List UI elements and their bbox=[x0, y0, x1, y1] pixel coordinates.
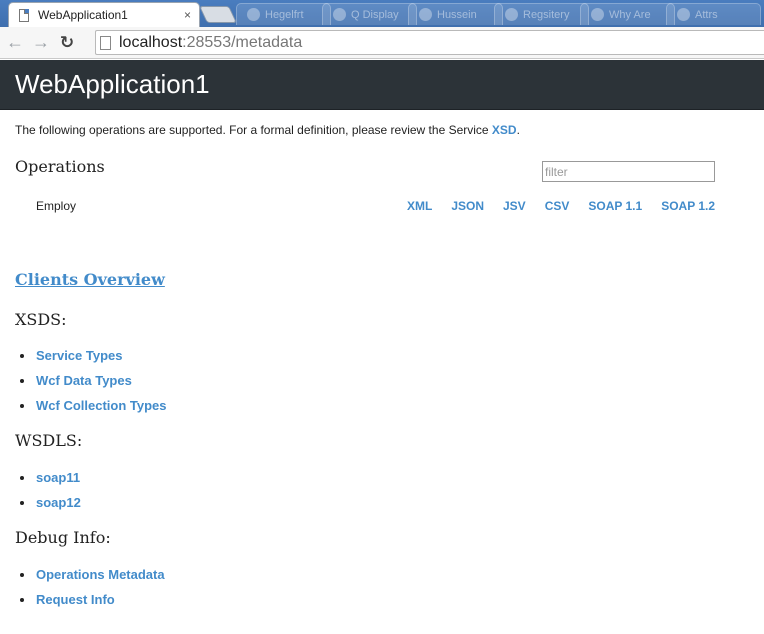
operation-name: Employ bbox=[36, 199, 77, 213]
browser-tab-background[interactable]: Hussein bbox=[408, 3, 503, 25]
debug-info-list: Operations Metadata Request Info bbox=[15, 562, 165, 612]
format-link-csv[interactable]: CSV bbox=[545, 199, 570, 213]
browser-tab-background[interactable]: Regsitery bbox=[494, 3, 589, 25]
app-header: WebApplication1 bbox=[0, 60, 764, 110]
operations-metadata-link[interactable]: Operations Metadata bbox=[36, 567, 165, 582]
service-types-link[interactable]: Service Types bbox=[36, 348, 122, 363]
list-item: Operations Metadata bbox=[15, 562, 165, 587]
back-arrow-icon[interactable]: ← bbox=[4, 32, 26, 54]
wcf-data-types-link[interactable]: Wcf Data Types bbox=[36, 373, 132, 388]
address-bar[interactable]: localhost:28553/metadata bbox=[95, 30, 764, 55]
close-icon[interactable]: × bbox=[184, 8, 191, 22]
list-item: Wcf Collection Types bbox=[15, 393, 167, 418]
filter-input[interactable] bbox=[542, 161, 715, 182]
xsd-link[interactable]: XSD bbox=[492, 123, 517, 137]
format-link-soap11[interactable]: SOAP 1.1 bbox=[588, 199, 642, 213]
url-text: localhost:28553/metadata bbox=[119, 33, 303, 51]
browser-tab-background[interactable]: Q Display bbox=[322, 3, 417, 25]
xsds-heading: XSDS: bbox=[15, 310, 67, 329]
reload-icon[interactable]: ↻ bbox=[56, 32, 78, 54]
list-item: Request Info bbox=[15, 587, 165, 612]
debug-info-heading: Debug Info: bbox=[15, 528, 111, 547]
list-item: Wcf Data Types bbox=[15, 368, 167, 393]
wsdls-list: soap11 soap12 bbox=[15, 465, 81, 515]
soap11-link[interactable]: soap11 bbox=[36, 470, 80, 485]
favicon-icon bbox=[333, 8, 346, 21]
clients-overview-link[interactable]: Clients Overview bbox=[15, 270, 165, 289]
forward-arrow-icon[interactable]: → bbox=[30, 32, 52, 54]
browser-tab-active[interactable]: WebApplication1 × bbox=[8, 2, 200, 27]
format-link-soap12[interactable]: SOAP 1.2 bbox=[661, 199, 715, 213]
format-link-jsv[interactable]: JSV bbox=[503, 199, 526, 213]
format-link-json[interactable]: JSON bbox=[451, 199, 484, 213]
favicon-icon bbox=[419, 8, 432, 21]
favicon-icon bbox=[677, 8, 690, 21]
browser-toolbar: ← → ↻ localhost:28553/metadata bbox=[0, 27, 764, 59]
new-tab-button[interactable] bbox=[199, 6, 237, 23]
favicon-icon bbox=[247, 8, 260, 21]
wcf-collection-types-link[interactable]: Wcf Collection Types bbox=[36, 398, 167, 413]
request-info-link[interactable]: Request Info bbox=[36, 592, 115, 607]
browser-tab-background[interactable]: Why Are bbox=[580, 3, 675, 25]
list-item: soap11 bbox=[15, 465, 81, 490]
format-link-xml[interactable]: XML bbox=[407, 199, 432, 213]
operations-heading: Operations bbox=[15, 157, 105, 176]
browser-tabstrip: WebApplication1 × Hegelfrt Q Display Hus… bbox=[0, 0, 764, 27]
operation-row: Employ XML JSON JSV CSV SOAP 1.1 SOAP 1.… bbox=[15, 199, 715, 215]
list-item: soap12 bbox=[15, 490, 81, 515]
page-title: WebApplication1 bbox=[15, 69, 210, 99]
list-item: Service Types bbox=[15, 343, 167, 368]
wsdls-heading: WSDLS: bbox=[15, 431, 83, 450]
soap12-link[interactable]: soap12 bbox=[36, 495, 81, 510]
page-icon bbox=[100, 35, 111, 50]
browser-tab-background[interactable]: Attrs bbox=[666, 3, 761, 25]
favicon-icon bbox=[591, 8, 604, 21]
tab-title: WebApplication1 bbox=[38, 8, 128, 22]
favicon-icon bbox=[505, 8, 518, 21]
format-links: XML JSON JSV CSV SOAP 1.1 SOAP 1.2 bbox=[407, 199, 715, 213]
browser-tab-background[interactable]: Hegelfrt bbox=[236, 3, 331, 25]
document-icon bbox=[19, 8, 29, 22]
xsds-list: Service Types Wcf Data Types Wcf Collect… bbox=[15, 343, 167, 418]
intro-text: The following operations are supported. … bbox=[15, 123, 520, 137]
